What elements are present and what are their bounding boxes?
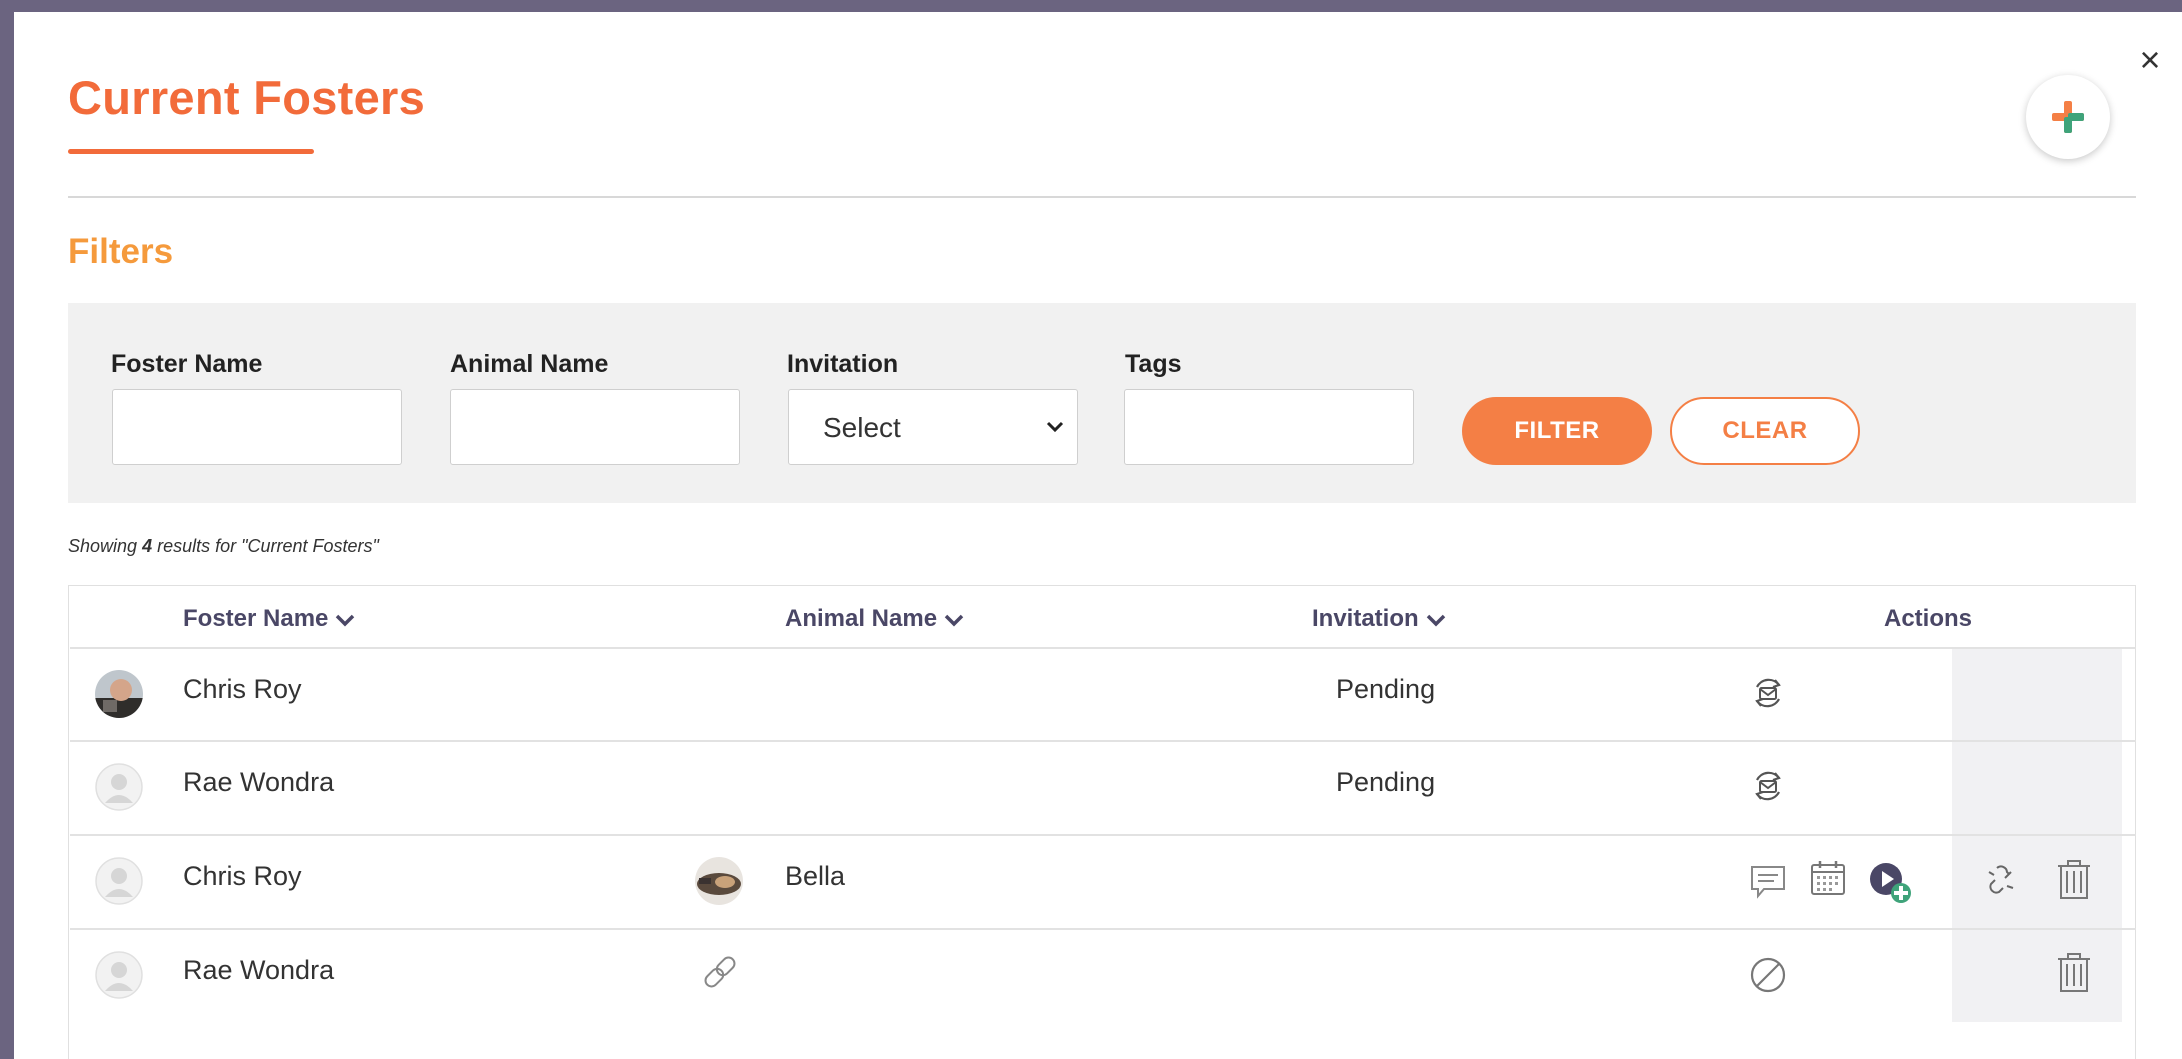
clear-button[interactable]: CLEAR — [1670, 397, 1860, 465]
plus-icon — [2052, 101, 2084, 133]
foster-name-input[interactable] — [112, 389, 402, 465]
invitation-status: Pending — [1336, 674, 1436, 704]
row-divider — [70, 740, 2136, 742]
foster-name[interactable]: Rae Wondra — [183, 767, 334, 798]
tags-label: Tags — [1125, 350, 1182, 378]
header-foster-name[interactable]: Foster Name — [183, 605, 356, 633]
avatar — [95, 857, 143, 905]
foster-name-label: Foster Name — [111, 350, 263, 378]
foster-name[interactable]: Chris Roy — [183, 674, 302, 705]
unlink-icon[interactable] — [1983, 862, 2019, 898]
chevron-down-icon — [336, 614, 355, 627]
invitation-select[interactable]: Select — [788, 389, 1078, 465]
link-icon[interactable] — [700, 952, 740, 992]
avatar — [95, 951, 143, 999]
animal-avatar — [695, 857, 743, 905]
video-add-icon[interactable] — [1868, 861, 1912, 905]
trash-icon[interactable] — [2054, 858, 2094, 902]
avatar — [95, 763, 143, 811]
resend-invite-icon[interactable] — [1748, 673, 1788, 713]
disabled-icon — [1750, 957, 1786, 993]
fosters-table — [68, 585, 2136, 1059]
calendar-icon[interactable] — [1808, 858, 1848, 898]
avatar — [95, 670, 143, 718]
animal-name-label: Animal Name — [450, 350, 609, 378]
animal-name[interactable]: Bella — [785, 861, 845, 892]
invitation-select-value: Select — [823, 412, 901, 443]
foster-name[interactable]: Chris Roy — [183, 861, 302, 892]
close-icon[interactable]: × — [2130, 40, 2170, 80]
foster-name[interactable]: Rae Wondra — [183, 955, 334, 986]
filters-heading: Filters — [68, 232, 174, 271]
results-summary: Showing 4 results for "Current Fosters" — [68, 536, 379, 556]
header-animal-name[interactable]: Animal Name — [785, 605, 965, 633]
tags-input[interactable] — [1124, 389, 1414, 465]
header-actions: Actions — [1884, 605, 1973, 632]
row-divider — [70, 928, 2136, 930]
row-divider — [70, 647, 2136, 649]
header-divider — [68, 196, 2136, 198]
resend-invite-icon[interactable] — [1748, 766, 1788, 806]
header-invitation[interactable]: Invitation — [1312, 605, 1447, 633]
trash-icon[interactable] — [2054, 951, 2094, 995]
invitation-label: Invitation — [787, 350, 899, 378]
title-underline — [68, 149, 314, 154]
filter-button[interactable]: FILTER — [1462, 397, 1652, 465]
add-foster-button[interactable] — [2026, 75, 2110, 159]
invitation-status: Pending — [1336, 767, 1436, 797]
results-count: 4 — [142, 536, 153, 556]
row-divider — [70, 834, 2136, 836]
chevron-down-icon — [1426, 614, 1445, 627]
chevron-down-icon — [944, 614, 964, 627]
chevron-down-icon — [1046, 421, 1064, 433]
page-title: Current Fosters — [68, 71, 426, 124]
animal-name-input[interactable] — [450, 389, 740, 465]
message-icon[interactable] — [1748, 861, 1788, 901]
